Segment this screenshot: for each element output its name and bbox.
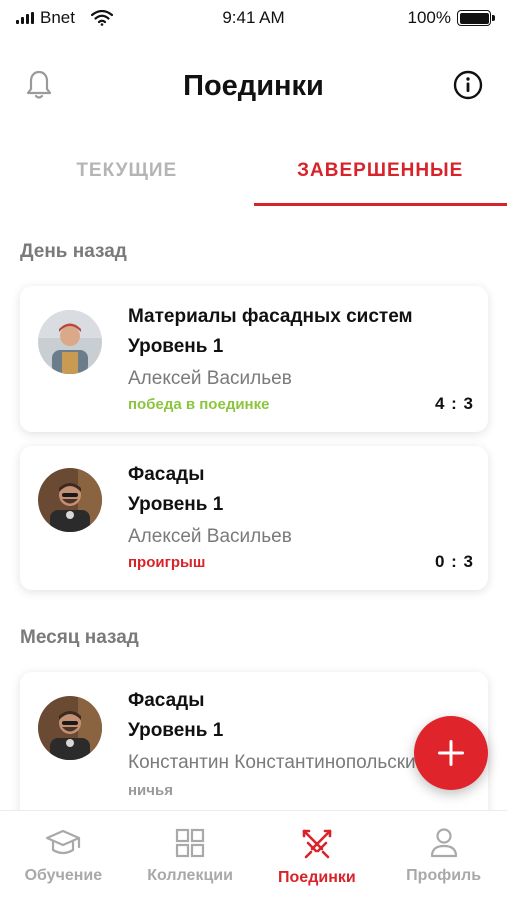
duel-score: 0 : 3	[434, 552, 474, 571]
plus-icon	[438, 740, 464, 766]
duel-result: проигрыш	[128, 554, 206, 571]
duel-level: Уровень 1	[128, 720, 224, 741]
info-button[interactable]	[451, 68, 485, 102]
new-duel-button[interactable]	[414, 716, 488, 790]
duel-score: 4 : 3	[434, 394, 474, 413]
avatar	[38, 310, 102, 374]
duel-result: победа в поединке	[128, 396, 270, 413]
tabs-bar: ТЕКУЩИЕ ЗАВЕРШЕННЫЕ	[0, 136, 507, 206]
nav-item-duels[interactable]: Поединки	[254, 811, 381, 900]
section-label-month-ago: Месяц назад	[20, 627, 139, 648]
graduation-cap-icon	[46, 829, 81, 855]
tab-completed[interactable]: ЗАВЕРШЕННЫЕ	[253, 136, 507, 206]
info-icon	[453, 70, 483, 100]
battery-percent: 100%	[407, 8, 451, 27]
page-title: Поединки	[183, 69, 324, 102]
wifi-icon	[90, 10, 113, 26]
page-header: Поединки	[0, 56, 507, 116]
avatar	[38, 696, 102, 760]
duel-result: ничья	[128, 782, 173, 799]
person-icon	[430, 828, 457, 858]
section-label-day-ago: День назад	[20, 241, 127, 262]
opponent-name: Алексей Васильев	[128, 368, 292, 389]
duel-topic: Фасады	[128, 464, 205, 485]
nav-label: Обучение	[24, 867, 103, 884]
duel-topic: Фасады	[128, 690, 205, 711]
carrier-label: Bnet	[40, 8, 75, 27]
nav-item-collections[interactable]: Коллекции	[127, 811, 254, 900]
duel-topic: Материалы фасадных систем	[128, 306, 413, 327]
notifications-button[interactable]	[22, 68, 56, 102]
crossed-swords-icon	[302, 829, 332, 859]
bottom-nav: Обучение Коллекции Поединки Профиль	[0, 810, 507, 900]
opponent-name: Алексей Васильев	[128, 526, 292, 547]
battery-icon	[457, 10, 495, 26]
nav-label: Коллекции	[147, 867, 233, 884]
grid-icon	[176, 828, 205, 858]
status-bar: Bnet 9:41 AM 100%	[0, 0, 507, 36]
tab-current[interactable]: ТЕКУЩИЕ	[0, 136, 254, 206]
duel-card[interactable]: Материалы фасадных систем Уровень 1 Алек…	[20, 286, 488, 432]
status-time: 9:41 AM	[222, 8, 285, 27]
nav-label: Профиль	[406, 867, 482, 884]
avatar	[38, 468, 102, 532]
signal-icon	[16, 12, 34, 24]
nav-item-profile[interactable]: Профиль	[380, 811, 507, 900]
bell-icon	[26, 70, 52, 99]
duel-level: Уровень 1	[128, 494, 224, 515]
nav-item-learning[interactable]: Обучение	[0, 811, 127, 900]
nav-label: Поединки	[278, 869, 356, 886]
duel-card[interactable]: Фасады Уровень 1 Алексей Васильев проигр…	[20, 446, 488, 590]
duel-level: Уровень 1	[128, 336, 224, 357]
